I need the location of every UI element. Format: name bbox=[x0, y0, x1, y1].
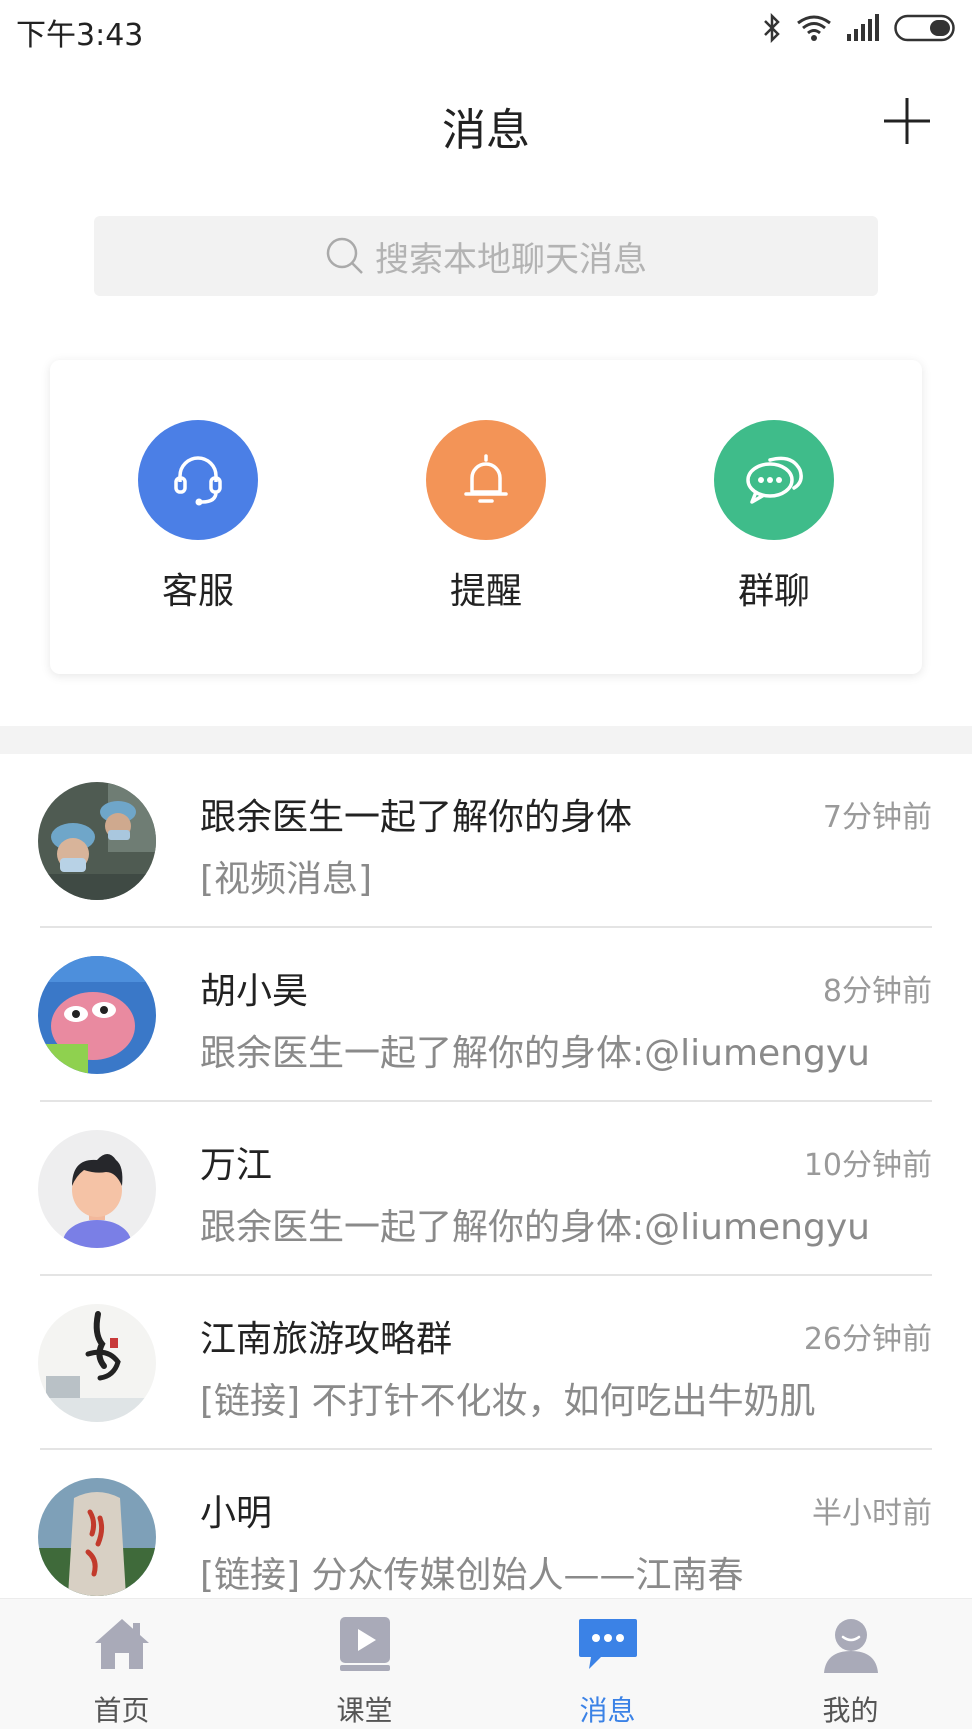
tab-home[interactable]: 首页 bbox=[0, 1599, 243, 1729]
conversation-preview: 跟余医生一起了解你的身体:@liumengyu bbox=[200, 1207, 870, 1248]
classroom-video-icon bbox=[339, 1617, 390, 1671]
conversation-preview: [链接] 分众传媒创始人——江南春 bbox=[200, 1555, 744, 1596]
group-chat-label: 群聊 bbox=[737, 571, 810, 612]
headset-icon bbox=[174, 456, 222, 506]
bluetooth-icon bbox=[764, 13, 780, 43]
conversation-row[interactable]: 江南旅游攻略群 26分钟前 [链接] 不打针不化妆，如何吃出牛奶肌 bbox=[0, 1276, 972, 1450]
group-chat-circle bbox=[714, 420, 834, 540]
reminder-circle bbox=[426, 420, 546, 540]
bottom-tab-bar: 首页 课堂 消息 我的 bbox=[0, 1598, 972, 1729]
reminder-label: 提醒 bbox=[449, 571, 522, 612]
section-divider bbox=[0, 726, 972, 754]
conversation-row[interactable]: 跟余医生一起了解你的身体 7分钟前 [视频消息] bbox=[0, 754, 972, 928]
reminder-button[interactable]: 提醒 bbox=[386, 420, 586, 614]
add-icon[interactable] bbox=[882, 96, 932, 146]
message-icon bbox=[578, 1619, 637, 1669]
tab-label: 我的 bbox=[822, 1694, 879, 1727]
signal-icon bbox=[847, 14, 879, 41]
conversation-time: 26分钟前 bbox=[803, 1322, 932, 1357]
tab-label: 首页 bbox=[93, 1694, 150, 1727]
search-placeholder: 搜索本地聊天消息 bbox=[375, 239, 647, 280]
tab-label: 课堂 bbox=[336, 1694, 393, 1727]
search-input[interactable]: 搜索本地聊天消息 bbox=[94, 216, 878, 296]
tab-profile[interactable]: 我的 bbox=[729, 1599, 972, 1729]
search-icon bbox=[326, 237, 363, 274]
nav-bar: 消息 bbox=[0, 56, 972, 186]
customer-service-label: 客服 bbox=[161, 571, 234, 612]
home-icon bbox=[94, 1619, 149, 1669]
conversation-name: 胡小昊 bbox=[200, 971, 309, 1012]
conversation-name: 小明 bbox=[200, 1493, 273, 1534]
group-chat-button[interactable]: 群聊 bbox=[674, 420, 874, 614]
chat-bubble-icon bbox=[746, 456, 803, 504]
status-icons bbox=[762, 12, 958, 44]
avatar bbox=[38, 1478, 156, 1596]
tab-messages[interactable]: 消息 bbox=[486, 1599, 729, 1729]
conversation-list: 跟余医生一起了解你的身体 7分钟前 [视频消息] 胡小昊 8分钟前 跟余医生一起… bbox=[0, 754, 972, 1624]
status-bar: 下午3:43 bbox=[0, 0, 972, 56]
tab-label: 消息 bbox=[579, 1694, 636, 1727]
conversation-row[interactable]: 万江 10分钟前 跟余医生一起了解你的身体:@liumengyu bbox=[0, 1102, 972, 1276]
conversation-name: 万江 bbox=[200, 1145, 273, 1186]
profile-icon bbox=[823, 1619, 878, 1673]
conversation-row[interactable]: 胡小昊 8分钟前 跟余医生一起了解你的身体:@liumengyu bbox=[0, 928, 972, 1102]
conversation-time: 半小时前 bbox=[812, 1496, 932, 1531]
bell-icon bbox=[464, 454, 508, 503]
battery-icon bbox=[894, 14, 955, 42]
avatar bbox=[38, 782, 156, 900]
wifi-icon bbox=[797, 15, 831, 41]
avatar bbox=[38, 956, 156, 1074]
customer-service-circle bbox=[138, 420, 258, 540]
conversation-time: 10分钟前 bbox=[803, 1148, 932, 1183]
tab-classroom[interactable]: 课堂 bbox=[243, 1599, 486, 1729]
page-title: 消息 bbox=[442, 105, 530, 156]
avatar bbox=[38, 1304, 156, 1422]
conversation-preview: [链接] 不打针不化妆，如何吃出牛奶肌 bbox=[200, 1381, 816, 1422]
conversation-name: 江南旅游攻略群 bbox=[200, 1319, 453, 1360]
conversation-preview: [视频消息] bbox=[200, 859, 373, 900]
avatar bbox=[38, 1130, 156, 1248]
status-time: 下午3:43 bbox=[16, 18, 144, 53]
conversation-time: 8分钟前 bbox=[822, 974, 932, 1009]
customer-service-button[interactable]: 客服 bbox=[98, 420, 298, 614]
conversation-time: 7分钟前 bbox=[822, 800, 932, 835]
quick-actions-card: 客服 提醒 群聊 bbox=[50, 360, 922, 674]
conversation-name: 跟余医生一起了解你的身体 bbox=[200, 797, 633, 838]
conversation-preview: 跟余医生一起了解你的身体:@liumengyu bbox=[200, 1033, 870, 1074]
